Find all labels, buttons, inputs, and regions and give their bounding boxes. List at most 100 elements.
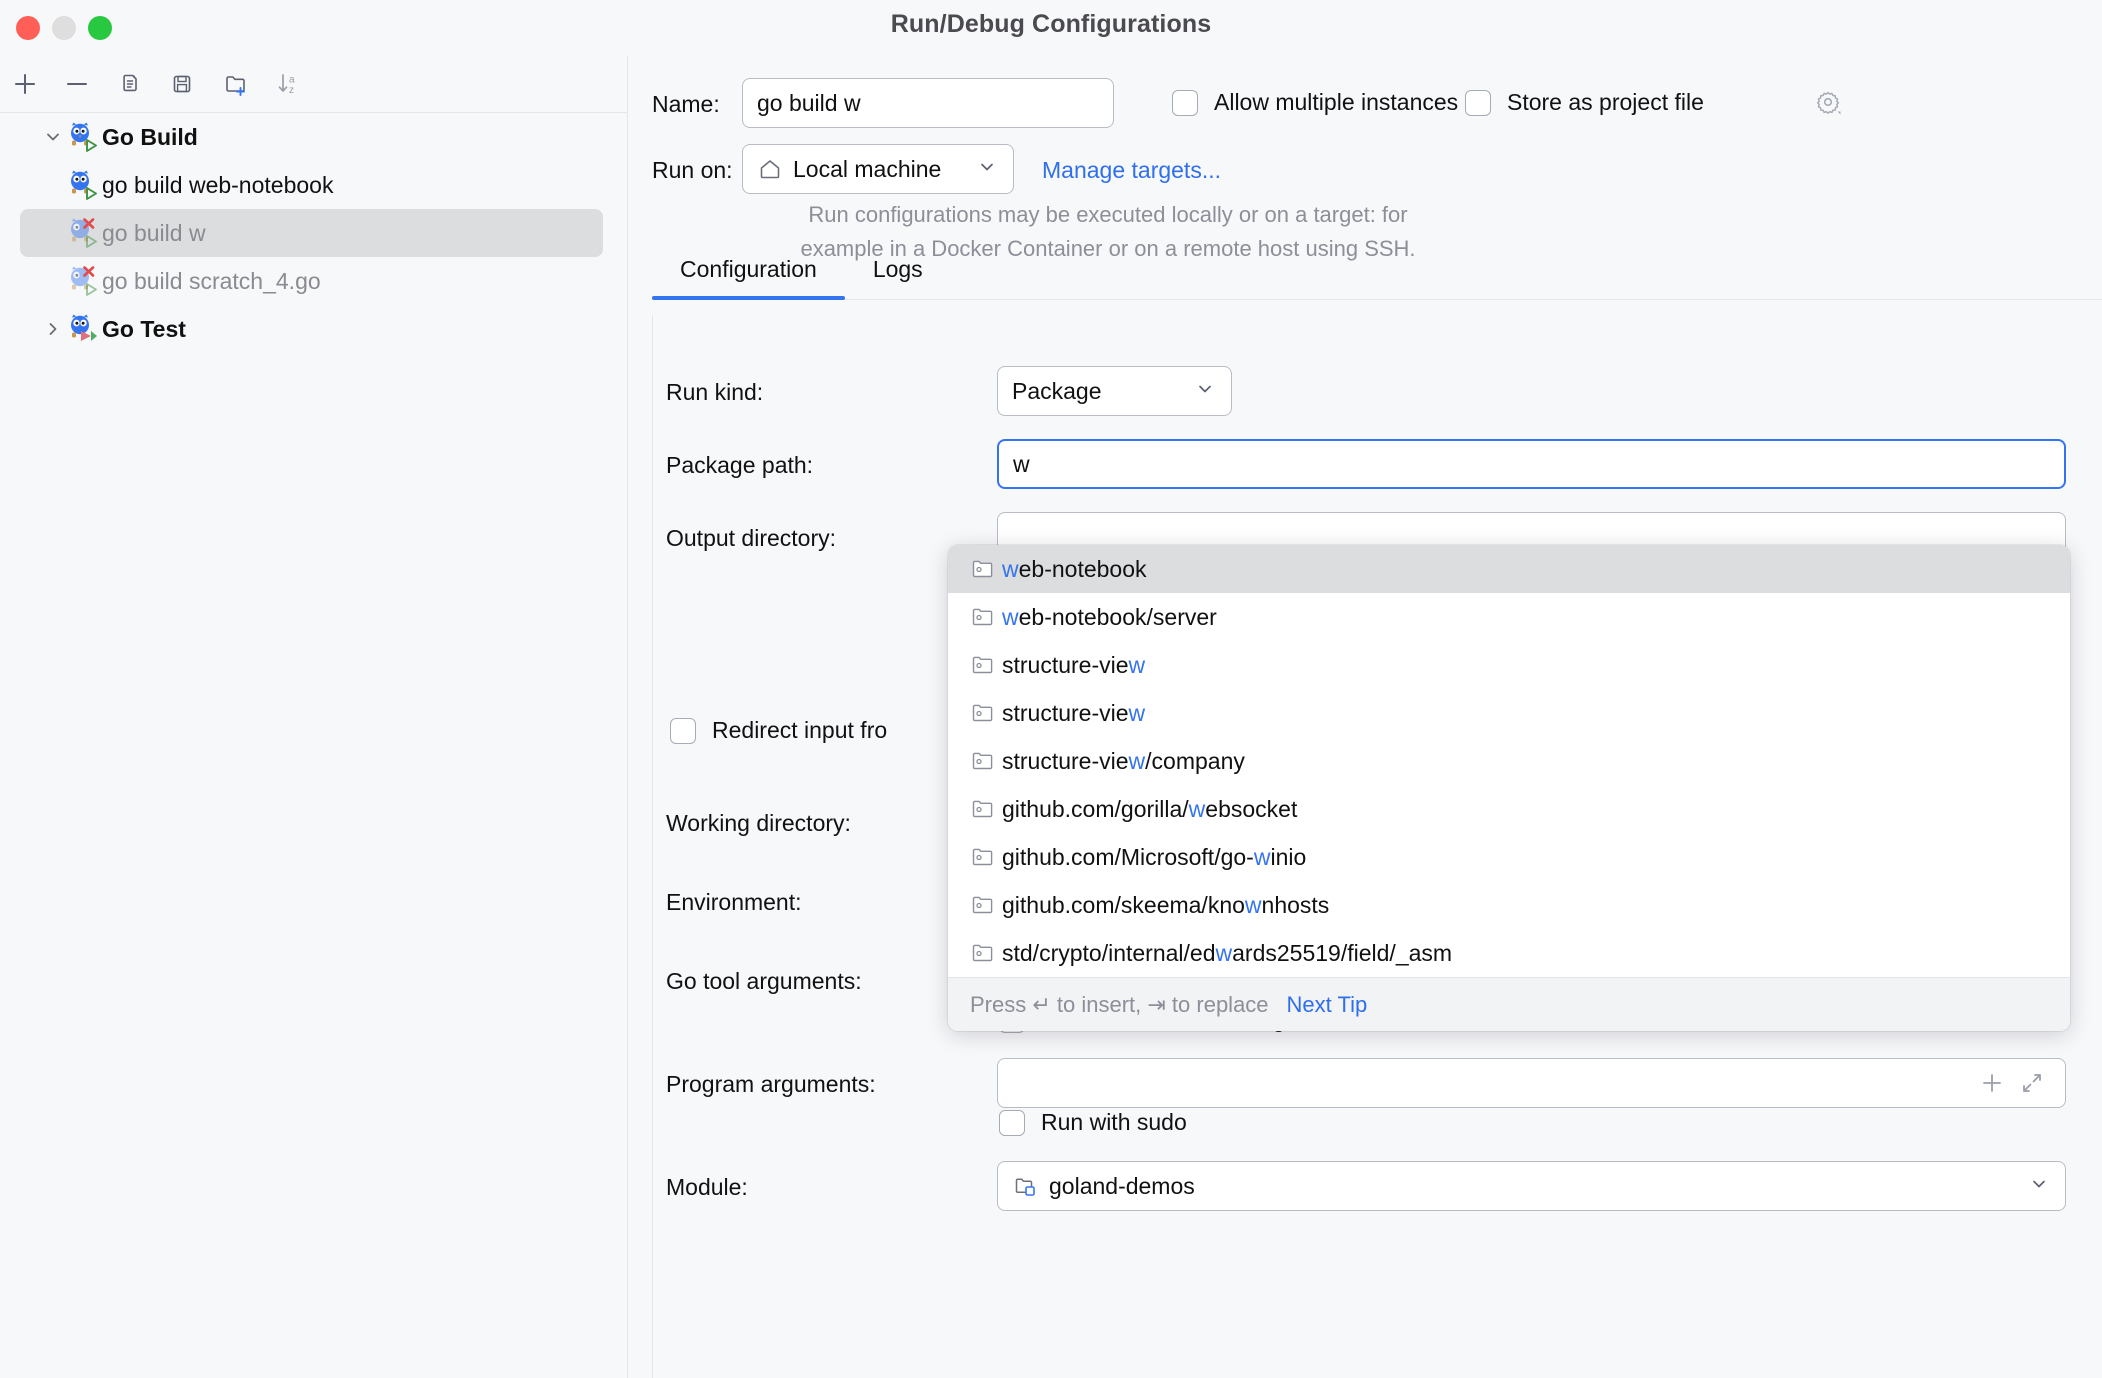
autocomplete-item-label: github.com/skeema/knownhosts bbox=[1002, 892, 1329, 919]
sort-configurations-button[interactable]: a z bbox=[270, 66, 306, 102]
folder-icon bbox=[970, 845, 1002, 869]
go-build-error-icon bbox=[66, 218, 100, 248]
chevron-down-icon bbox=[1195, 378, 1215, 405]
working-directory-label: Working directory: bbox=[666, 810, 851, 837]
next-tip-link[interactable]: Next Tip bbox=[1287, 992, 1368, 1018]
folder-icon bbox=[970, 893, 1002, 917]
name-input[interactable]: go build w bbox=[742, 78, 1114, 128]
tab-logs[interactable]: Logs bbox=[845, 256, 951, 299]
run-on-label: Run on: bbox=[652, 157, 733, 184]
window-title: Run/Debug Configurations bbox=[0, 10, 2102, 39]
module-dropdown[interactable]: goland-demos bbox=[997, 1161, 2066, 1211]
go-build-icon bbox=[66, 122, 100, 152]
redirect-input-checkbox[interactable]: Redirect input fro bbox=[670, 717, 887, 744]
go-tool-arguments-label: Go tool arguments: bbox=[666, 968, 862, 995]
autocomplete-footer-hint: Press ↵ to insert, ⇥ to replace bbox=[970, 992, 1269, 1018]
store-settings-gear-button[interactable] bbox=[1816, 90, 1842, 121]
autocomplete-item[interactable]: web-notebook/server bbox=[948, 593, 2070, 641]
run-on-value: Local machine bbox=[793, 156, 941, 183]
checkbox-box bbox=[999, 1110, 1025, 1136]
program-arguments-label: Program arguments: bbox=[666, 1071, 876, 1098]
store-as-project-file-label: Store as project file bbox=[1507, 89, 1704, 116]
copy-configuration-button[interactable] bbox=[112, 66, 148, 102]
folder-icon bbox=[970, 653, 1002, 677]
autocomplete-item[interactable]: structure-view/company bbox=[948, 737, 2070, 785]
tree-node-go-build[interactable]: Go Build bbox=[20, 113, 603, 161]
tree-node-label: go build web-notebook bbox=[102, 172, 333, 199]
autocomplete-item-label: web-notebook/server bbox=[1002, 604, 1217, 631]
program-arguments-input[interactable] bbox=[997, 1058, 2066, 1108]
plus-icon bbox=[1979, 1070, 2005, 1096]
checkbox-box bbox=[670, 718, 696, 744]
svg-text:z: z bbox=[289, 85, 294, 96]
checkbox-box bbox=[1172, 90, 1198, 116]
chevron-down-icon bbox=[977, 156, 997, 183]
run-debug-configurations-dialog: Run/Debug Configurations bbox=[0, 0, 2102, 1378]
autocomplete-item-label: github.com/Microsoft/go-winio bbox=[1002, 844, 1306, 871]
folder-icon bbox=[970, 605, 1002, 629]
tree-node-label: Go Build bbox=[102, 124, 198, 151]
remove-configuration-button[interactable] bbox=[59, 66, 95, 102]
autocomplete-footer: Press ↵ to insert, ⇥ to replace Next Tip bbox=[948, 977, 2070, 1031]
tree-node-label: Go Test bbox=[102, 316, 186, 343]
go-build-error-icon bbox=[66, 266, 100, 296]
autocomplete-item[interactable]: structure-view bbox=[948, 641, 2070, 689]
allow-multiple-instances-label: Allow multiple instances bbox=[1214, 89, 1458, 116]
save-floppy-icon bbox=[168, 70, 196, 98]
allow-multiple-instances-checkbox[interactable]: Allow multiple instances bbox=[1172, 89, 1458, 116]
add-configuration-button[interactable] bbox=[7, 66, 43, 102]
run-with-sudo-checkbox[interactable]: Run with sudo bbox=[999, 1109, 1187, 1136]
sort-alpha-icon: a z bbox=[273, 69, 303, 99]
home-icon bbox=[757, 156, 783, 182]
plus-icon bbox=[11, 70, 39, 98]
tree-node-go-build-web-notebook[interactable]: go build web-notebook bbox=[20, 161, 603, 209]
environment-label: Environment: bbox=[666, 889, 802, 916]
run-on-dropdown[interactable]: Local machine bbox=[742, 144, 1014, 194]
folder-icon bbox=[970, 701, 1002, 725]
minus-icon bbox=[63, 70, 91, 98]
package-path-value: w bbox=[1013, 451, 1030, 478]
program-arguments-expand-button[interactable] bbox=[2019, 1070, 2045, 1096]
tree-node-label: go build scratch_4.go bbox=[102, 268, 321, 295]
autocomplete-item-label: structure-view/company bbox=[1002, 748, 1245, 775]
save-configuration-button[interactable] bbox=[164, 66, 200, 102]
package-path-autocomplete-popup: web-notebook web-notebook/server structure… bbox=[948, 545, 2070, 1031]
manage-targets-link[interactable]: Manage targets... bbox=[1042, 157, 1221, 184]
folder-icon bbox=[970, 749, 1002, 773]
run-with-sudo-label: Run with sudo bbox=[1041, 1109, 1187, 1136]
expand-icon bbox=[2019, 1070, 2045, 1096]
program-arguments-add-button[interactable] bbox=[1979, 1070, 2005, 1096]
folder-icon bbox=[970, 941, 1002, 965]
package-path-label: Package path: bbox=[666, 452, 813, 479]
tree-node-go-test[interactable]: Go Test bbox=[20, 305, 603, 353]
run-kind-dropdown[interactable]: Package bbox=[997, 366, 1232, 416]
module-label: Module: bbox=[666, 1174, 748, 1201]
autocomplete-item-label: std/crypto/internal/edwards25519/field/_… bbox=[1002, 940, 1452, 967]
configurations-tree: Go Build go build web-notebook bbox=[0, 113, 627, 1378]
autocomplete-item[interactable]: structure-view bbox=[948, 689, 2070, 737]
go-test-icon bbox=[66, 314, 100, 344]
package-path-input[interactable]: w bbox=[997, 439, 2066, 489]
module-folder-icon bbox=[1012, 1173, 1040, 1199]
store-as-project-file-checkbox[interactable]: Store as project file bbox=[1465, 89, 1704, 116]
autocomplete-list: web-notebook web-notebook/server structure… bbox=[948, 545, 2070, 977]
tree-node-go-build-w[interactable]: go build w bbox=[20, 209, 603, 257]
new-folder-button[interactable] bbox=[218, 66, 254, 102]
tab-configuration[interactable]: Configuration bbox=[652, 256, 845, 299]
autocomplete-item[interactable]: github.com/skeema/knownhosts bbox=[948, 881, 2070, 929]
autocomplete-item-label: structure-view bbox=[1002, 700, 1145, 727]
autocomplete-item[interactable]: github.com/gorilla/websocket bbox=[948, 785, 2070, 833]
name-input-value: go build w bbox=[757, 90, 861, 117]
redirect-input-label: Redirect input fro bbox=[712, 717, 887, 744]
autocomplete-item[interactable]: github.com/Microsoft/go-winio bbox=[948, 833, 2070, 881]
autocomplete-item[interactable]: web-notebook bbox=[948, 545, 2070, 593]
checkbox-box bbox=[1465, 90, 1491, 116]
svg-text:a: a bbox=[289, 75, 295, 86]
name-label: Name: bbox=[652, 91, 720, 118]
tree-node-go-build-scratch-4[interactable]: go build scratch_4.go bbox=[20, 257, 603, 305]
chevron-down-icon[interactable] bbox=[40, 127, 66, 147]
configurations-toolbar: a z bbox=[0, 56, 627, 113]
chevron-down-icon bbox=[2029, 1173, 2049, 1200]
chevron-right-icon[interactable] bbox=[40, 319, 66, 339]
autocomplete-item[interactable]: std/crypto/internal/edwards25519/field/_… bbox=[948, 929, 2070, 977]
